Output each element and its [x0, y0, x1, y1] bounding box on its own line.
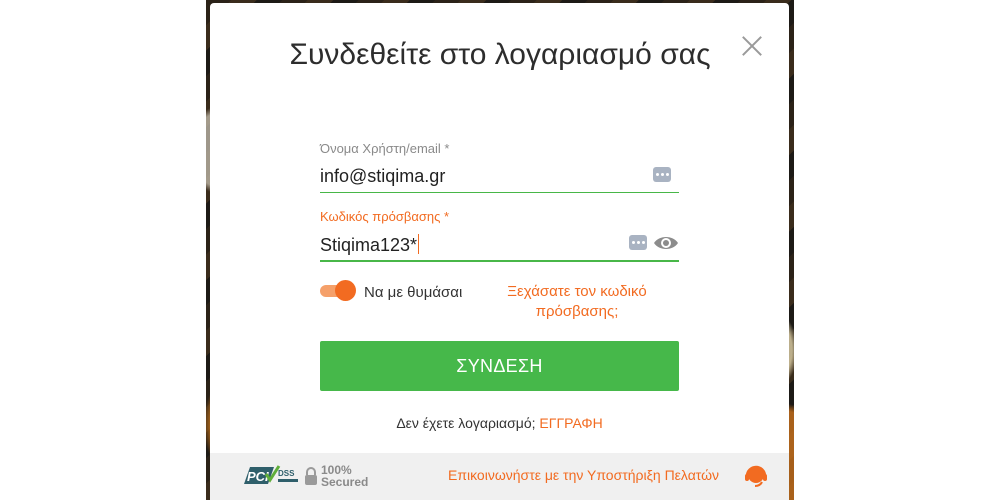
- password-field: Κωδικός πρόσβασης * Stiqima123*: [320, 209, 679, 262]
- dots-icon[interactable]: [653, 167, 671, 182]
- eye-icon[interactable]: [653, 234, 679, 252]
- dots-icon[interactable]: [629, 235, 647, 250]
- svg-text:PCI: PCI: [247, 469, 269, 484]
- username-field: Όνομα Χρήστη/email *: [320, 141, 679, 193]
- register-prompt: Δεν έχετε λογαριασμό;: [396, 415, 536, 431]
- password-value: Stiqima123*: [320, 235, 418, 255]
- login-button[interactable]: ΣΥΝΔΕΣΗ: [320, 341, 679, 391]
- username-label: Όνομα Χρήστη/email *: [320, 141, 450, 156]
- register-link[interactable]: ΕΓΓΡΑΦΗ: [539, 415, 602, 431]
- close-icon[interactable]: [741, 35, 763, 57]
- headset-icon[interactable]: [744, 464, 768, 488]
- toggle-knob: [335, 280, 356, 301]
- support-link[interactable]: Επικοινωνήστε με την Υποστήριξη Πελατών: [448, 467, 719, 483]
- remember-label: Να με θυμάσαι: [364, 284, 463, 301]
- login-modal: Συνδεθείτε στο λογαριασμό σας Όνομα Χρήσ…: [210, 3, 789, 500]
- pci-logo: PCI DSS: [244, 465, 298, 484]
- username-row: [320, 162, 679, 193]
- password-row: Stiqima123*: [320, 230, 679, 262]
- footer-bar: PCI DSS 100% Secured Επικοινωνήστε με τη…: [210, 453, 789, 500]
- secured-badge: 100% Secured: [304, 462, 368, 490]
- lock-icon: [305, 467, 317, 485]
- register-line: Δεν έχετε λογαριασμό; ΕΓΓΡΑΦΗ: [210, 415, 789, 431]
- remember-toggle[interactable]: [320, 280, 356, 301]
- page-title: Συνδεθείτε στο λογαριασμό σας: [289, 38, 711, 71]
- secured-line2: Secured: [321, 475, 369, 489]
- password-input[interactable]: Stiqima123*: [320, 234, 620, 256]
- username-input[interactable]: [320, 166, 620, 187]
- password-label: Κωδικός πρόσβασης *: [320, 209, 450, 224]
- text-caret: [418, 234, 420, 254]
- pci-dss-text: DSS: [278, 469, 295, 478]
- secured-text: 100% Secured: [321, 464, 368, 488]
- forgot-password-link[interactable]: Ξεχάσατε τον κωδικό πρόσβασης;: [492, 282, 662, 322]
